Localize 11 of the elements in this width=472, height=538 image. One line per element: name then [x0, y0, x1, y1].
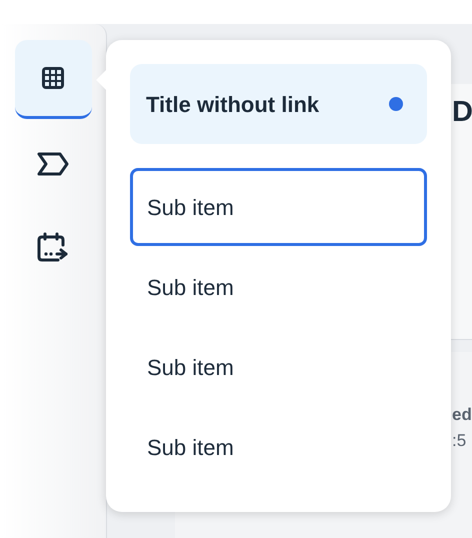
- menu-item[interactable]: Sub item: [130, 168, 427, 246]
- menu-item[interactable]: Sub item: [130, 408, 427, 486]
- time-text: :5: [452, 430, 468, 452]
- grid-icon: [39, 64, 67, 92]
- menu-item[interactable]: Sub item: [130, 248, 427, 326]
- sidebar-item[interactable]: [14, 40, 92, 119]
- chevron-tag-icon: [36, 151, 70, 177]
- page-heading: D: [452, 95, 472, 127]
- menu-item[interactable]: Sub item: [130, 328, 427, 406]
- status-text: ed: [452, 404, 472, 426]
- menu-title-text: Title without link: [146, 90, 320, 118]
